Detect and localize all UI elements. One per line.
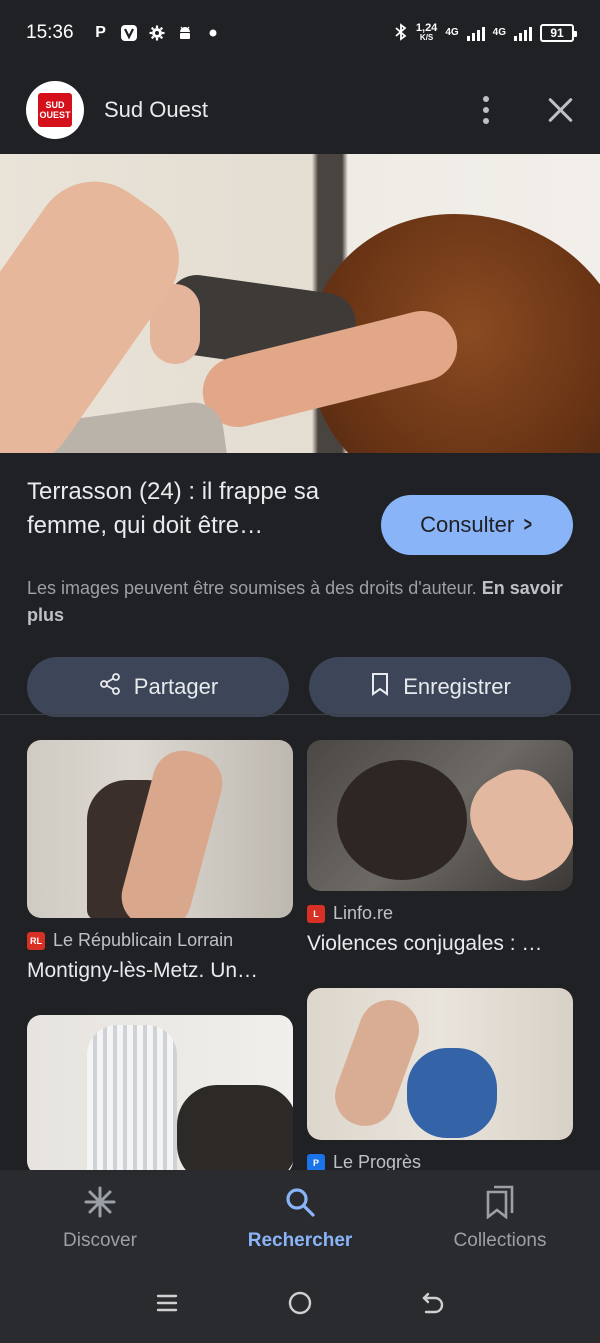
logo-line-2: OUEST [39, 110, 71, 120]
related-card[interactable] [27, 1015, 293, 1172]
sud-ouest-logo-icon: SUD OUEST [38, 93, 72, 127]
settings-gear-icon [148, 24, 166, 42]
le-progres-favicon-icon: P [307, 1153, 325, 1172]
image-info: Terrasson (24) : il frappe sa femme, qui… [0, 453, 600, 717]
notification-icons: P [92, 24, 222, 42]
related-card[interactable]: RL Le Républicain Lorrain Montigny-lès-M… [27, 740, 293, 983]
related-card[interactable]: L Linfo.re Violences conjugales : … [307, 740, 573, 956]
action-buttons: Partager Enregistrer [27, 657, 573, 717]
related-source: RL Le Républicain Lorrain [27, 930, 293, 951]
vivaldi-app-icon [120, 24, 138, 42]
network-speed: 1,24 K/S [416, 23, 437, 43]
related-source-name: Le Progrès [333, 1152, 422, 1172]
share-label: Partager [133, 674, 219, 699]
divider [0, 714, 600, 715]
nav-discover[interactable]: Discover [0, 1170, 200, 1270]
signal-1-icon [466, 25, 485, 41]
copyright-text: Les images peuvent être soumises à des d… [27, 578, 477, 598]
source-name[interactable]: Sud Ouest [104, 97, 208, 123]
thumb-figure-2 [177, 1085, 293, 1172]
save-label: Enregistrer [403, 674, 511, 699]
logo-line-1: SUD [45, 100, 65, 110]
copyright-notice: Les images peuvent être soumises à des d… [27, 575, 573, 629]
main-image[interactable] [0, 154, 600, 453]
related-source-name: Le Républicain Lorrain [53, 930, 234, 950]
chevron-right-icon: > [523, 513, 533, 536]
status-bar: 15:36 P 1,24 K/S 4G 4G 91 [0, 0, 600, 66]
nav-search-label: Rechercher [247, 1230, 353, 1251]
viewer-header: SUD OUEST Sud Ouest [0, 66, 600, 154]
battery-level: 91 [550, 26, 564, 40]
home-icon[interactable] [280, 1290, 320, 1323]
thumb-figure [337, 760, 467, 880]
thumb-figure [87, 1025, 177, 1172]
linfo-favicon-icon: L [307, 904, 325, 923]
recent-apps-icon[interactable] [147, 1291, 187, 1322]
share-icon [98, 672, 122, 702]
battery-icon: 91 [540, 24, 577, 42]
network-type-2: 4G [492, 27, 506, 38]
title-row: Terrasson (24) : il frappe sa femme, qui… [27, 475, 573, 555]
related-thumbnail[interactable] [307, 988, 573, 1140]
back-icon[interactable] [413, 1290, 453, 1323]
parking-app-icon: P [95, 24, 106, 41]
bottom-navigation: Discover Rechercher Collections [0, 1170, 600, 1270]
image-title[interactable]: Terrasson (24) : il frappe sa femme, qui… [27, 475, 357, 543]
related-title[interactable]: Montigny-lès-Metz. Un… [27, 959, 293, 983]
bluetooth-icon [394, 22, 408, 44]
related-images-grid: RL Le Républicain Lorrain Montigny-lès-M… [27, 740, 573, 1172]
system-navigation-bar [0, 1270, 600, 1343]
search-icon [284, 1184, 316, 1220]
related-thumbnail[interactable] [307, 740, 573, 891]
related-thumbnail[interactable] [27, 740, 293, 918]
nav-search[interactable]: Rechercher [200, 1170, 400, 1270]
bookmark-icon [369, 672, 391, 702]
android-icon [176, 24, 194, 42]
related-source: P Le Progrès [307, 1152, 573, 1172]
asterisk-icon [83, 1184, 117, 1220]
source-logo[interactable]: SUD OUEST [26, 81, 84, 139]
close-icon[interactable] [546, 96, 574, 124]
related-title[interactable]: Violences conjugales : … [307, 932, 573, 956]
related-source: L Linfo.re [307, 903, 573, 924]
nav-collections-label: Collections [453, 1230, 547, 1251]
nav-collections[interactable]: Collections [400, 1170, 600, 1270]
consult-button[interactable]: Consulter > [381, 495, 573, 555]
collections-icon [485, 1184, 515, 1220]
consult-label: Consulter [420, 512, 515, 537]
thumb-figure [407, 1048, 497, 1138]
related-card[interactable]: P Le Progrès [307, 988, 573, 1172]
more-notifications-dot-icon [204, 24, 222, 42]
thumb-hand [455, 754, 573, 891]
status-time: 15:36 [26, 22, 74, 43]
nav-discover-label: Discover [63, 1230, 137, 1251]
republicain-lorrain-favicon-icon: RL [27, 931, 45, 950]
share-button[interactable]: Partager [27, 657, 289, 717]
header-actions [476, 96, 574, 124]
related-thumbnail[interactable] [27, 1015, 293, 1172]
speed-value: 1,24 [415, 22, 438, 34]
network-type-1: 4G [445, 27, 459, 38]
system-status: 1,24 K/S 4G 4G 91 [394, 22, 577, 44]
more-options-icon[interactable] [476, 96, 496, 124]
related-source-name: Linfo.re [333, 903, 394, 923]
signal-2-icon [514, 25, 532, 41]
save-button[interactable]: Enregistrer [309, 657, 571, 717]
speed-unit: K/S [419, 33, 434, 42]
